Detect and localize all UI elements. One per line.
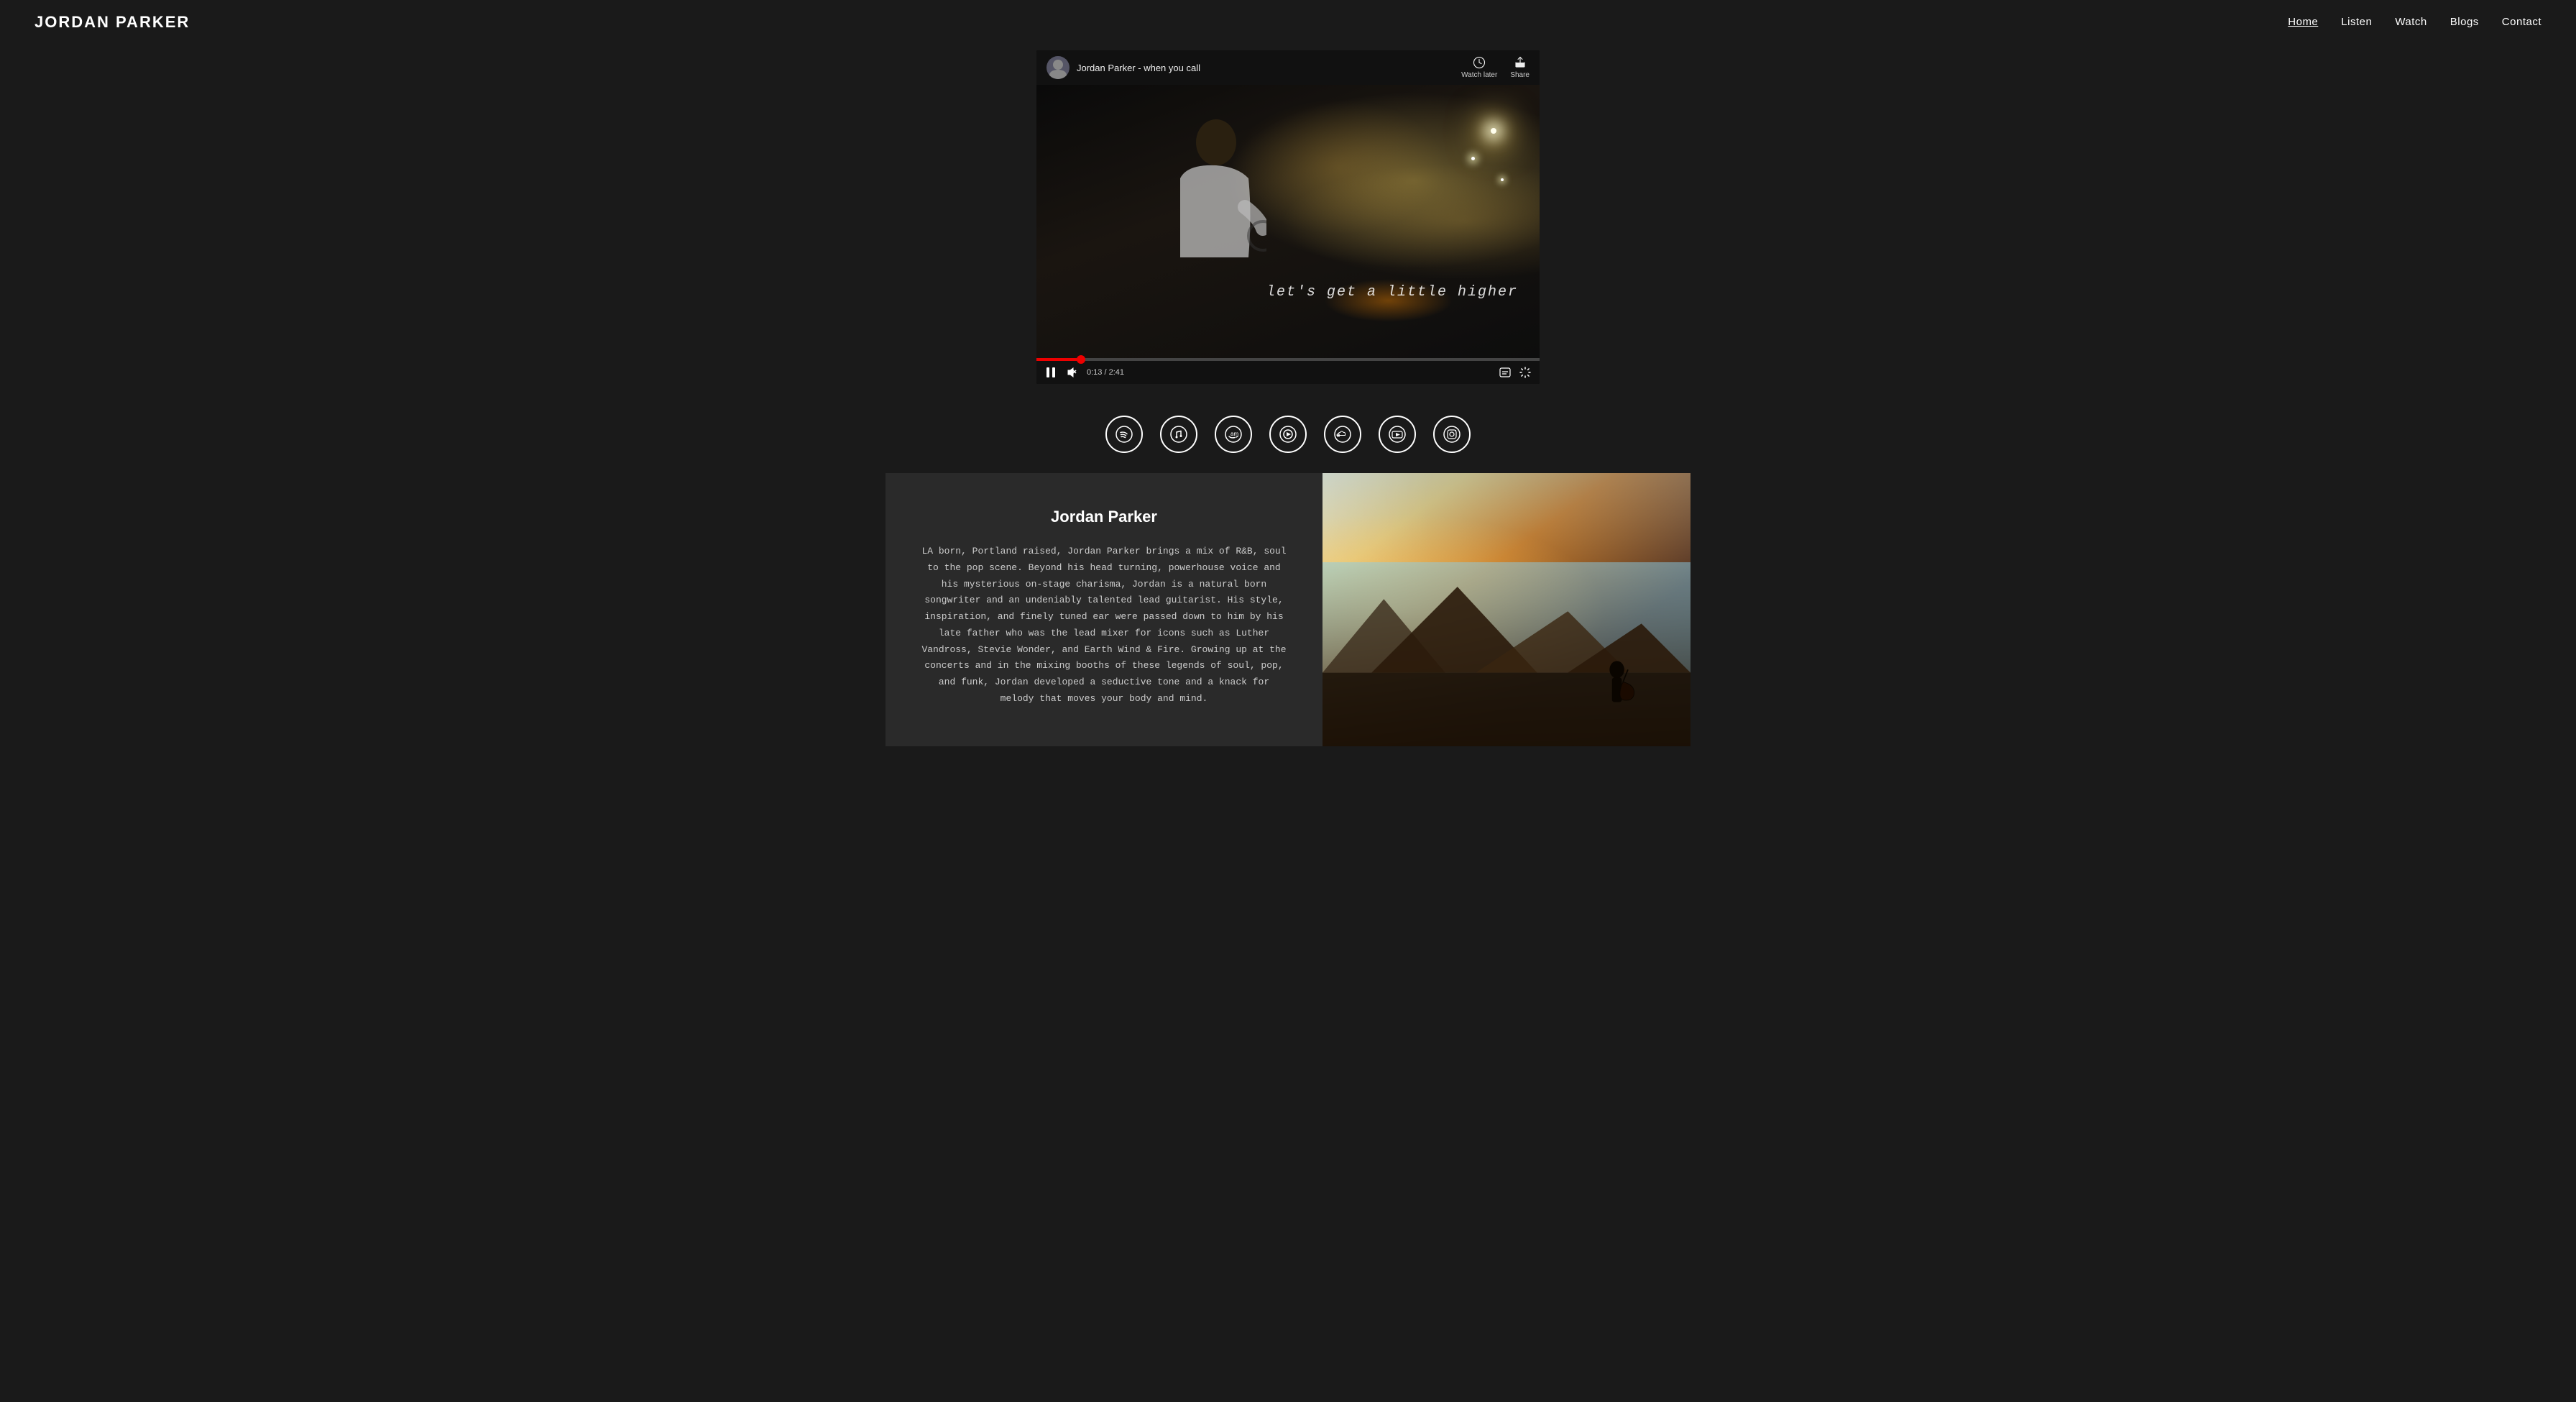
time-display: 0:13 / 2:41 xyxy=(1087,368,1124,377)
captions-button[interactable] xyxy=(1498,366,1512,379)
video-frame[interactable]: let's get a little higher xyxy=(1036,85,1540,358)
video-header: Jordan Parker - when you call Watch late… xyxy=(1036,50,1540,85)
instagram-icon[interactable] xyxy=(1433,416,1471,453)
settings-button[interactable] xyxy=(1518,365,1532,380)
video-title: Jordan Parker - when you call xyxy=(1077,63,1200,73)
video-container: Jordan Parker - when you call Watch late… xyxy=(0,45,2576,398)
right-controls xyxy=(1498,365,1532,380)
nav-home[interactable]: Home xyxy=(2288,16,2318,28)
channel-avatar xyxy=(1046,56,1070,79)
share-label: Share xyxy=(1510,71,1530,79)
progress-bar[interactable] xyxy=(1036,358,1540,361)
mountain-scene xyxy=(1322,562,1690,746)
light-2 xyxy=(1471,157,1475,160)
apple-music-icon[interactable] xyxy=(1160,416,1197,453)
nav-links: Home Listen Watch Blogs Contact xyxy=(2288,16,2542,29)
watch-later-label: Watch later xyxy=(1461,71,1497,79)
nav-watch[interactable]: Watch xyxy=(2395,16,2426,28)
main-nav: JORDAN PARKER Home Listen Watch Blogs Co… xyxy=(0,0,2576,45)
site-logo[interactable]: JORDAN PARKER xyxy=(34,13,190,32)
nav-blogs[interactable]: Blogs xyxy=(2450,16,2479,28)
progress-fill xyxy=(1036,358,1077,361)
controls-row: 0:13 / 2:41 xyxy=(1036,361,1540,384)
video-header-actions: Watch later Share xyxy=(1461,56,1530,79)
share-button[interactable]: Share xyxy=(1510,56,1530,79)
video-player: Jordan Parker - when you call Watch late… xyxy=(1036,50,1540,384)
lyrics-overlay: let's get a little higher xyxy=(1266,284,1518,301)
soundcloud-icon[interactable] xyxy=(1324,416,1361,453)
nav-listen[interactable]: Listen xyxy=(2341,16,2372,28)
pause-button[interactable] xyxy=(1044,365,1058,380)
bio-text-column: Jordan Parker LA born, Portland raised, … xyxy=(886,473,1322,746)
bio-image-column xyxy=(1322,473,1690,746)
watch-later-button[interactable]: Watch later xyxy=(1461,56,1497,79)
video-controls: 0:13 / 2:41 xyxy=(1036,358,1540,384)
video-title-area: Jordan Parker - when you call xyxy=(1046,56,1200,79)
video-background: let's get a little higher xyxy=(1036,85,1540,358)
play-music-icon[interactable] xyxy=(1269,416,1307,453)
bio-section: Jordan Parker LA born, Portland raised, … xyxy=(857,473,1719,746)
nav-contact[interactable]: Contact xyxy=(2502,16,2542,28)
bio-name: Jordan Parker xyxy=(1051,508,1157,526)
svg-text:am: am xyxy=(1230,431,1238,437)
amazon-icon[interactable]: am xyxy=(1215,416,1252,453)
mute-button[interactable] xyxy=(1065,365,1080,380)
person-silhouette xyxy=(1123,114,1266,315)
youtube-icon[interactable] xyxy=(1379,416,1416,453)
spotify-icon[interactable] xyxy=(1105,416,1143,453)
social-icons: am xyxy=(0,398,2576,473)
bio-text: LA born, Portland raised, Jordan Parker … xyxy=(920,544,1288,707)
light-3 xyxy=(1501,178,1504,181)
progress-dot xyxy=(1077,355,1085,364)
light-1 xyxy=(1491,128,1496,134)
